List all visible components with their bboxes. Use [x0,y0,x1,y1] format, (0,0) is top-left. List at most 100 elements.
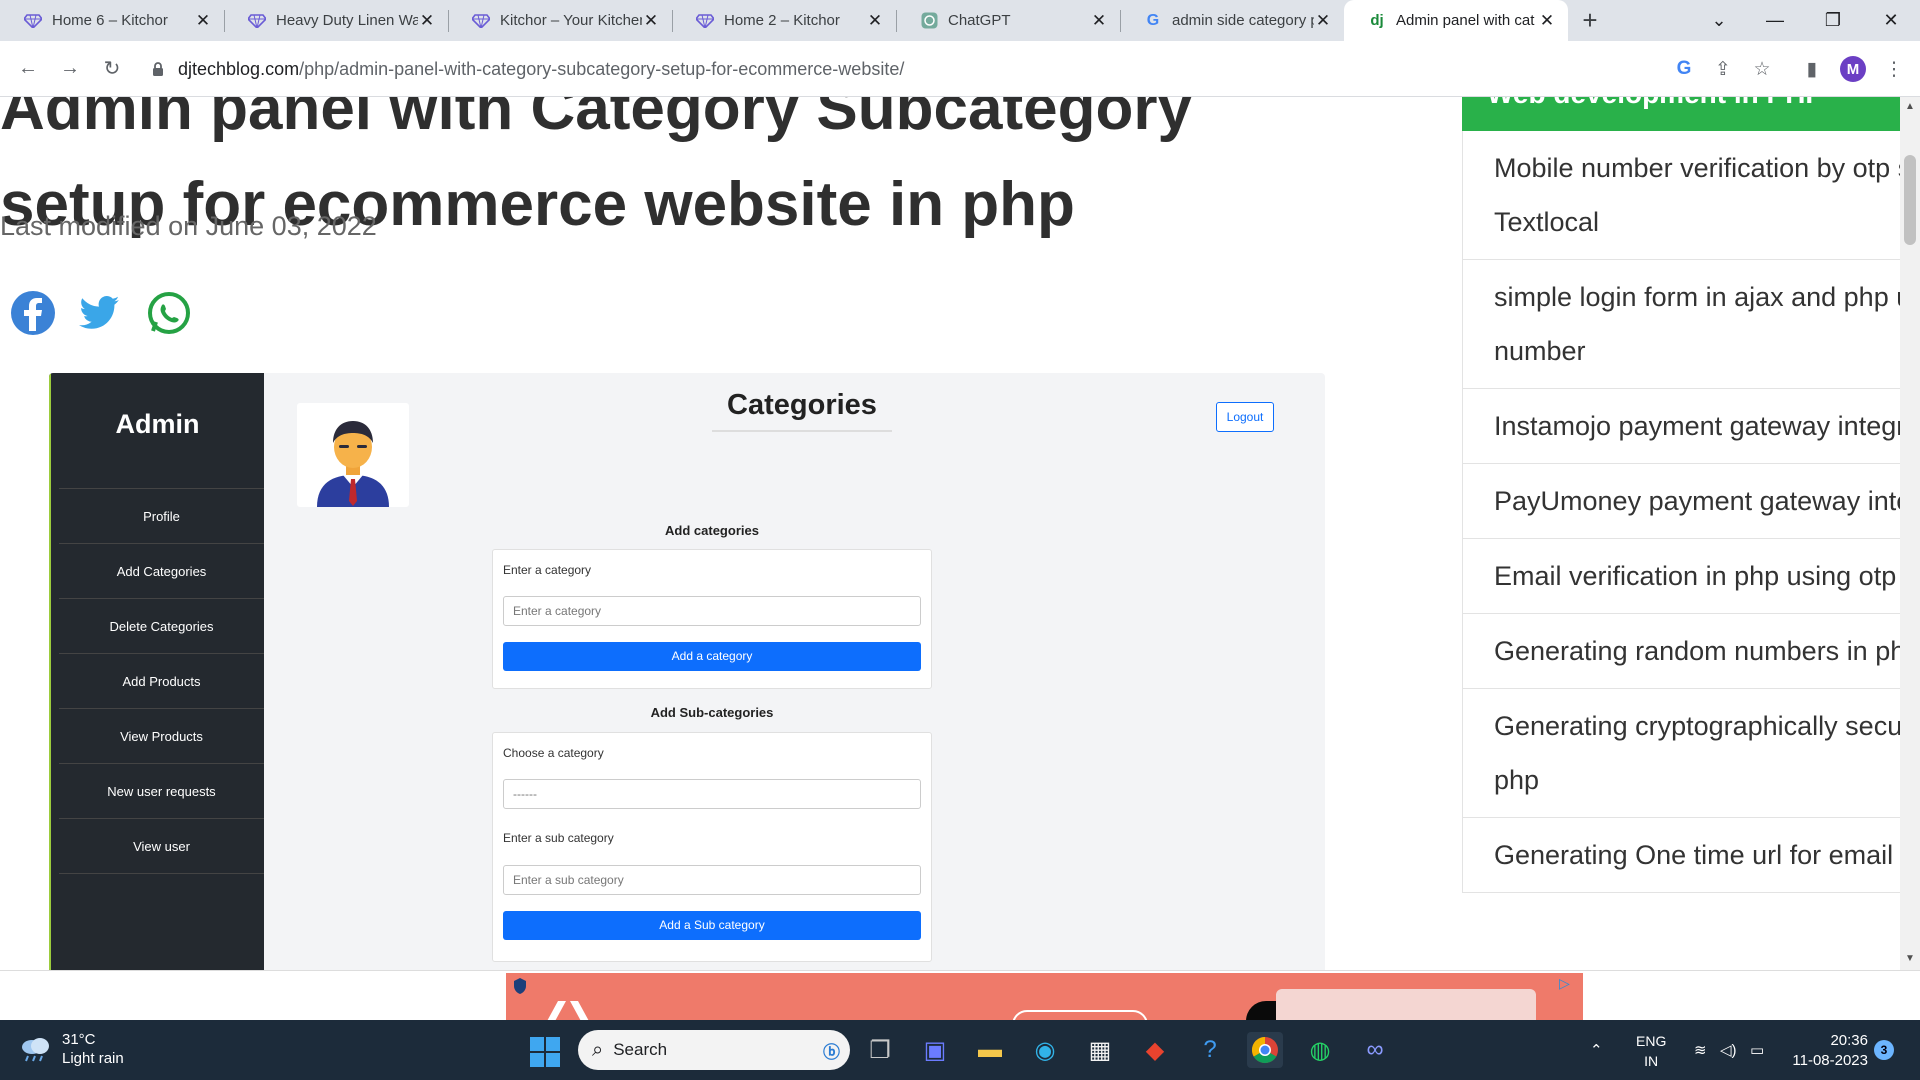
close-tab-icon[interactable]: ✕ [194,11,212,31]
related-post-line: Instamojo payment gateway integr [1494,411,1905,441]
tab-kitchor[interactable]: Kitchor – Your Kitchen ✕ [448,0,672,41]
windows-taskbar: 31°C Light rain ⌕ Search ⓑ ❐ ▣ ▬ ◉ ▦ ◆ ?… [0,1020,1920,1080]
taskbar-search-box[interactable]: ⌕ Search ⓑ [578,1030,850,1070]
related-post-line: Generating One time url for email v [1494,840,1905,870]
related-post-line: Textlocal [1494,207,1600,237]
close-tab-icon[interactable]: ✕ [642,11,660,31]
url-path: /php/admin-panel-with-category-subcatego… [299,58,905,79]
tab-heavy-duty-linen[interactable]: Heavy Duty Linen Wat ✕ [224,0,448,41]
twitter-icon[interactable] [75,289,123,337]
category-select: ------ [503,779,921,809]
close-tab-icon[interactable]: ✕ [1090,11,1108,31]
share-icon[interactable]: ⇪ [1707,53,1739,85]
windows-start-icon[interactable] [530,1037,560,1067]
related-post-link[interactable]: Generating cryptographically secu php [1463,689,1905,818]
advertisement-banner[interactable]: ▷ [506,973,1583,1021]
choose-category-label: Choose a category [503,746,604,760]
bookmark-star-icon[interactable]: ☆ [1746,53,1778,85]
related-post-link[interactable]: Email verification in php using otp [1463,539,1905,614]
add-subcategory-card: Choose a category ------ Enter a sub cat… [492,732,932,962]
forward-button[interactable]: → [50,49,90,89]
close-tab-icon[interactable]: ✕ [866,11,884,31]
whatsapp-icon[interactable] [145,289,193,337]
add-subcategory-button: Add a Sub category [503,911,921,940]
system-clock[interactable]: 20:36 11-08-2023 [1786,1031,1868,1071]
whatsapp-taskbar-icon[interactable]: ◍ [1302,1032,1338,1068]
close-tab-icon[interactable]: ✕ [418,11,436,31]
facebook-icon[interactable] [9,289,57,337]
diamond-icon [696,12,714,30]
close-window-button[interactable]: ✕ [1862,0,1920,41]
scroll-down-arrow-icon[interactable]: ▼ [1900,953,1920,964]
admin-page-heading: Categories [712,389,892,432]
microsoft-store-icon[interactable]: ▦ [1082,1032,1118,1068]
related-post-link[interactable]: PayUmoney payment gateway inte [1463,464,1905,539]
reload-button[interactable]: ↻ [92,49,132,89]
diamond-icon [248,12,266,30]
chat-icon[interactable]: ▣ [917,1032,953,1068]
related-post-link[interactable]: Generating One time url for email v [1463,818,1905,893]
related-post-line: PayUmoney payment gateway inte [1494,486,1905,516]
help-icon[interactable]: ? [1192,1032,1228,1068]
admin-menu-item-view-user: View user [59,819,264,874]
add-category-button: Add a category [503,642,921,671]
related-post-link[interactable]: Instamojo payment gateway integr [1463,389,1905,464]
sidebar-heading: Web development in PHP [1462,97,1905,131]
wifi-icon[interactable]: ≋ [1694,1020,1707,1080]
related-post-link[interactable]: Mobile number verification by otp s Text… [1463,131,1905,260]
more-menu-icon[interactable]: ⋮ [1878,53,1910,85]
tab-chatgpt[interactable]: ChatGPT ✕ [896,0,1120,41]
input-language[interactable]: ENG IN [1636,1031,1666,1071]
notification-badge[interactable]: 3 [1874,1040,1894,1060]
admin-panel-screenshot: Admin Profile Add Categories Delete Cate… [49,373,1325,970]
related-post-link[interactable]: simple login form in ajax and php u numb… [1463,260,1905,389]
close-tab-icon[interactable]: ✕ [1538,11,1556,31]
show-hidden-icons-chevron-icon[interactable]: ⌃ [1590,1020,1603,1080]
tab-search-chevron-icon[interactable]: ⌄ [1690,0,1748,41]
tab-admin-side-category[interactable]: G admin side category p ✕ [1120,0,1344,41]
add-category-card: Enter a category Enter a category Add a … [492,549,932,689]
clock-date: 11-08-2023 [1792,1052,1868,1069]
admin-menu-item-add-products: Add Products [59,654,264,709]
shield-icon [514,978,526,994]
infinity-app-icon[interactable]: ∞ [1357,1032,1393,1068]
related-post-line: php [1494,765,1540,795]
google-lens-icon[interactable]: G [1668,53,1700,85]
address-bar[interactable]: djtechblog.com/php/admin-panel-with-cate… [140,49,1660,89]
language-code: ENG [1636,1033,1667,1049]
related-post-line: Mobile number verification by otp s [1494,153,1905,183]
file-explorer-icon[interactable]: ▬ [972,1032,1008,1068]
scrollbar-thumb[interactable] [1904,155,1916,245]
side-panel-icon[interactable]: ▮ [1796,53,1828,85]
related-post-line: number [1494,336,1586,366]
related-post-line: Generating random numbers in ph [1494,636,1905,666]
chatgpt-icon [920,12,938,30]
tab-home-2-kitchor[interactable]: Home 2 – Kitchor ✕ [672,0,896,41]
back-button[interactable]: ← [8,49,48,89]
tab-home-6-kitchor[interactable]: Home 6 – Kitchor ✕ [0,0,224,41]
task-view-icon[interactable]: ❐ [862,1032,898,1068]
anydesk-icon[interactable]: ◆ [1137,1032,1173,1068]
close-tab-icon[interactable]: ✕ [1314,11,1332,31]
profile-avatar[interactable]: M [1837,53,1869,85]
admin-menu-item-view-products: View Products [59,709,264,764]
search-placeholder: Search [613,1040,668,1059]
minimize-button[interactable]: — [1746,0,1804,41]
ad-choices-icon[interactable]: ▷ [1559,975,1577,991]
weather-widget[interactable]: 31°C Light rain [18,1030,124,1068]
related-post-line: Generating cryptographically secu [1494,711,1903,741]
admin-menu: Profile Add Categories Delete Categories… [59,488,264,874]
page-scrollbar[interactable]: ▲ ▼ [1900,97,1920,970]
chrome-icon[interactable] [1247,1032,1283,1068]
restore-button[interactable]: ❐ [1804,0,1862,41]
diamond-icon [24,12,42,30]
scroll-up-arrow-icon[interactable]: ▲ [1900,101,1920,112]
tab-admin-panel[interactable]: dj Admin panel with cat ✕ [1344,0,1568,41]
edge-icon[interactable]: ◉ [1027,1032,1063,1068]
tab-title: Home 2 – Kitchor [724,12,840,29]
new-tab-button[interactable]: + [1568,0,1612,41]
category-label: Enter a category [503,563,592,577]
volume-icon[interactable]: ◁) [1720,1020,1737,1080]
battery-icon[interactable]: ▭ [1750,1020,1764,1080]
related-post-link[interactable]: Generating random numbers in ph [1463,614,1905,689]
